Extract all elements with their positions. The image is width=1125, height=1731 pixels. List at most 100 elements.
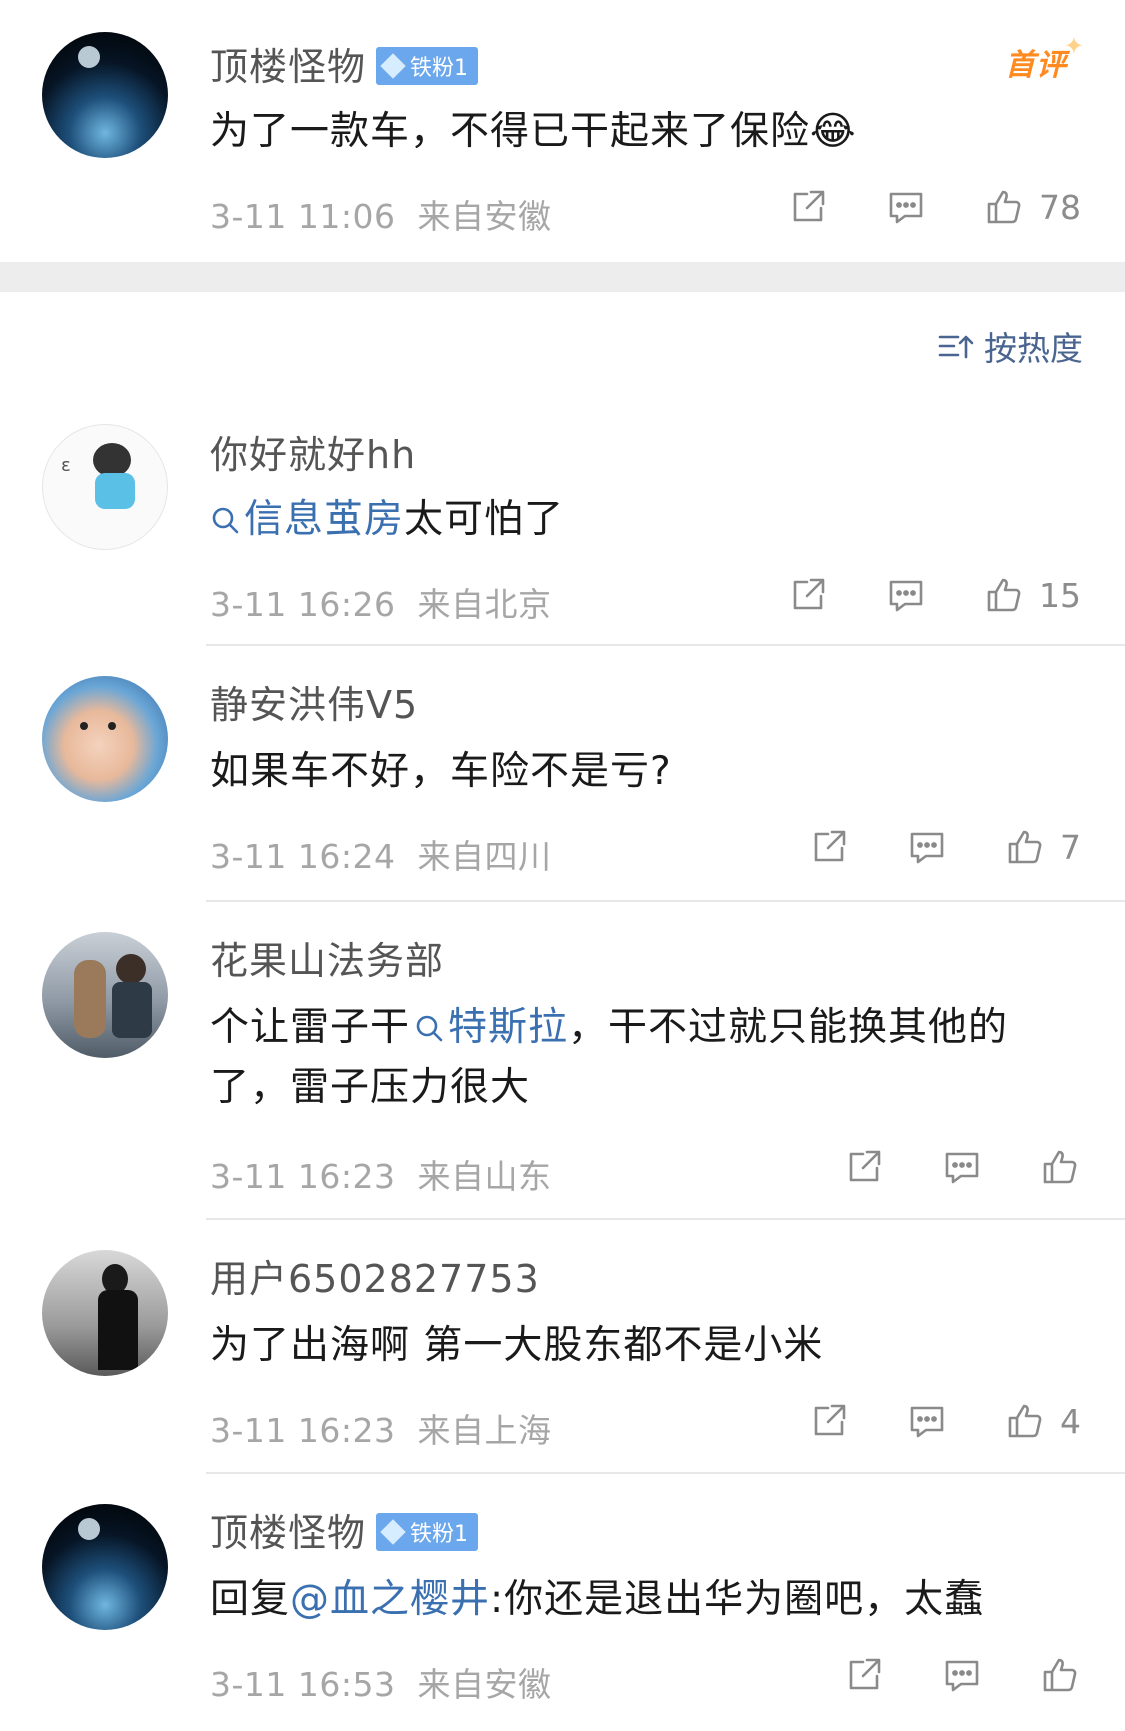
- user-avatar[interactable]: ε: [42, 424, 168, 550]
- sort-bar: 按热度: [0, 292, 1125, 398]
- share-icon: [843, 1146, 885, 1188]
- post-text: 为了一款车，不得已干起来了保险😂: [210, 102, 1075, 162]
- comment-text-body: 太可怕了: [404, 497, 565, 542]
- comment-text: 回复@血之樱井:你还是退出华为圈吧，太蠢: [210, 1570, 1075, 1630]
- username-label[interactable]: 用户6502827753: [210, 1257, 540, 1301]
- post-meta: 3-11 11:06 来自安徽: [210, 190, 551, 238]
- search-topic-link[interactable]: 信息茧房: [210, 497, 404, 542]
- username-label[interactable]: 静安洪伟V5: [210, 683, 418, 727]
- thumbs-up-icon: [1004, 1400, 1046, 1442]
- comment-text: 为了出海啊 第一大股东都不是小米: [210, 1316, 1075, 1376]
- comment-time: 3-11 16:23: [210, 1157, 396, 1196]
- user-avatar[interactable]: [42, 932, 168, 1058]
- username-label[interactable]: 顶楼怪物: [210, 45, 366, 89]
- comment-meta: 3-11 16:53 来自安徽: [210, 1658, 551, 1706]
- comment-item: 用户6502827753 为了出海啊 第一大股东都不是小米 3-11 16:23…: [0, 1222, 1125, 1474]
- like-button[interactable]: [1039, 1654, 1081, 1696]
- comment-username[interactable]: 顶楼怪物 铁粉1: [210, 1502, 479, 1557]
- diamond-icon: [380, 1518, 406, 1545]
- user-avatar[interactable]: [42, 676, 168, 802]
- comment-item: 顶楼怪物 铁粉1 回复@血之樱井:你还是退出华为圈吧，太蠢 3-11 16:53 …: [0, 1476, 1125, 1731]
- comment-meta: 3-11 16:26 来自北京: [210, 578, 551, 626]
- comment-time: 3-11 16:24: [210, 837, 396, 876]
- username-label[interactable]: 你好就好hh: [210, 433, 416, 477]
- post-location: 来自安徽: [417, 197, 552, 236]
- comment-item: 花果山法务部 个让雷子干 特斯拉，干不过就只能换其他的了，雷子压力很大 3-11 …: [0, 904, 1125, 1220]
- comment-time: 3-11 16:53: [210, 1665, 396, 1704]
- share-icon: [808, 1400, 850, 1442]
- share-button[interactable]: [843, 1146, 885, 1188]
- like-count: 78: [1039, 187, 1081, 227]
- reply-button[interactable]: [906, 826, 948, 868]
- comment-actions: 7: [808, 826, 1081, 868]
- sort-by-hot-button[interactable]: 按热度: [938, 322, 1083, 370]
- share-icon: [787, 574, 829, 616]
- like-button[interactable]: 15: [983, 574, 1081, 616]
- comment-text-body: 如果车不好，车险不是亏?: [210, 749, 672, 794]
- comment-button[interactable]: [885, 186, 927, 228]
- comment-icon: [885, 186, 927, 228]
- search-topic-link[interactable]: 特斯拉: [410, 1005, 568, 1050]
- comment-location: 来自四川: [417, 837, 552, 876]
- diamond-icon: [380, 52, 406, 79]
- user-avatar[interactable]: [42, 1504, 168, 1630]
- comment-meta: 3-11 16:24 来自四川: [210, 830, 551, 878]
- search-icon: [416, 1015, 443, 1042]
- post-time: 3-11 11:06: [210, 197, 396, 236]
- like-button[interactable]: 7: [1004, 826, 1081, 868]
- reply-button[interactable]: [941, 1654, 983, 1696]
- thumbs-up-icon: [1039, 1654, 1081, 1696]
- comment-username[interactable]: 花果山法务部: [210, 930, 444, 985]
- reply-button[interactable]: [885, 574, 927, 616]
- comment-icon: [941, 1654, 983, 1696]
- divider: [206, 644, 1125, 646]
- fan-badge: 铁粉1: [376, 1512, 479, 1551]
- post-username[interactable]: 顶楼怪物 铁粉1: [210, 36, 479, 91]
- sort-icon: [938, 335, 974, 359]
- share-icon: [843, 1654, 885, 1696]
- reply-prefix: 回复: [210, 1577, 291, 1622]
- reply-button[interactable]: [941, 1146, 983, 1188]
- comment-username[interactable]: 用户6502827753: [210, 1248, 540, 1303]
- share-button[interactable]: [843, 1654, 885, 1696]
- user-avatar[interactable]: [42, 1250, 168, 1376]
- comment-icon: [885, 574, 927, 616]
- comment-text: 信息茧房太可怕了: [210, 490, 1075, 550]
- comment-text: 个让雷子干 特斯拉，干不过就只能换其他的了，雷子压力很大: [210, 998, 1075, 1118]
- share-button[interactable]: [787, 186, 829, 228]
- like-button[interactable]: 4: [1004, 1400, 1081, 1442]
- like-button[interactable]: [1039, 1146, 1081, 1188]
- comment-username[interactable]: 静安洪伟V5: [210, 674, 418, 729]
- comment-actions: [843, 1654, 1081, 1696]
- comment-location: 来自北京: [417, 585, 552, 624]
- mention-link[interactable]: @血之樱井: [290, 1577, 490, 1622]
- share-button[interactable]: [787, 574, 829, 616]
- share-button[interactable]: [808, 1400, 850, 1442]
- comment-location: 来自安徽: [417, 1665, 552, 1704]
- post-actions: 78: [787, 186, 1081, 228]
- share-button[interactable]: [808, 826, 850, 868]
- sparkle-icon: ✦: [1063, 32, 1085, 60]
- username-label[interactable]: 顶楼怪物: [210, 1511, 366, 1555]
- like-button[interactable]: 78: [983, 186, 1081, 228]
- user-avatar[interactable]: [42, 32, 168, 158]
- comment-actions: 4: [808, 1400, 1081, 1442]
- first-comment-label: 首评: [1005, 48, 1067, 83]
- comment-item: 静安洪伟V5 如果车不好，车险不是亏? 3-11 16:24 来自四川 7: [0, 648, 1125, 902]
- thumbs-up-icon: [983, 574, 1025, 616]
- comment-meta: 3-11 16:23 来自上海: [210, 1404, 551, 1452]
- topic-label: 特斯拉: [448, 1005, 569, 1050]
- badge-label: 铁粉1: [410, 55, 469, 81]
- share-icon: [787, 186, 829, 228]
- first-comment-badge: 首评 ✦: [1005, 32, 1084, 84]
- like-count: 15: [1039, 575, 1081, 615]
- fan-badge: 铁粉1: [376, 46, 479, 85]
- like-count: 7: [1060, 827, 1081, 867]
- thumbs-up-icon: [1039, 1146, 1081, 1188]
- comment-actions: [843, 1146, 1081, 1188]
- share-icon: [808, 826, 850, 868]
- comment-time: 3-11 16:26: [210, 585, 396, 624]
- username-label[interactable]: 花果山法务部: [210, 939, 444, 983]
- comment-username[interactable]: 你好就好hh: [210, 424, 416, 479]
- reply-button[interactable]: [906, 1400, 948, 1442]
